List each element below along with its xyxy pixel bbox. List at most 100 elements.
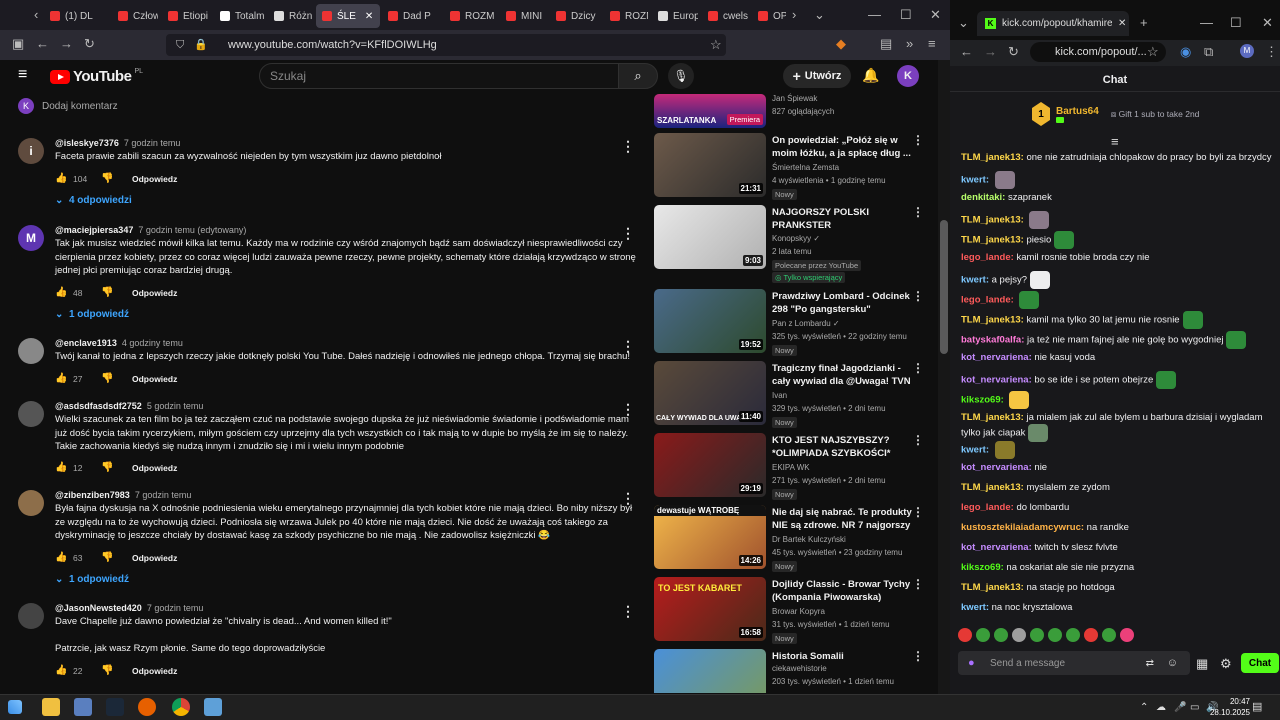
- recommendation-item[interactable]: Historia Somalii ciekawehistorie 203 tys…: [654, 649, 936, 693]
- reply-button[interactable]: Odpowiedz: [132, 288, 177, 298]
- chat-username[interactable]: kikszo69:: [961, 395, 1004, 406]
- firefox-icon[interactable]: [138, 698, 156, 716]
- system-clock[interactable]: 20:47 28.10.2025: [1210, 696, 1250, 718]
- chat-username[interactable]: lego_lande:: [961, 252, 1014, 263]
- video-title[interactable]: Nie daj się nabrać. Te produkty NIE są z…: [772, 506, 912, 532]
- extension-icon[interactable]: ◉: [1180, 45, 1191, 59]
- video-thumbnail[interactable]: 19:52: [654, 289, 766, 353]
- reply-button[interactable]: Odpowiedz: [132, 553, 177, 563]
- emote-icon[interactable]: [958, 628, 972, 642]
- menu-icon[interactable]: ⋮: [1265, 45, 1278, 59]
- dislike-icon[interactable]: 👎: [101, 552, 113, 563]
- emote-icon[interactable]: [1012, 628, 1026, 642]
- comment-author[interactable]: @JasonNewsted420: [55, 603, 142, 613]
- channel-name[interactable]: Ivan: [772, 391, 787, 400]
- translate-icon[interactable]: ⇄: [1146, 658, 1154, 669]
- video-more-icon[interactable]: ⋮: [912, 649, 924, 663]
- tab-scroll-right-icon[interactable]: ›: [792, 8, 796, 22]
- channel-name[interactable]: Pan z Lombardu ✓: [772, 319, 840, 328]
- notifications-bell-icon[interactable]: 🔔: [862, 67, 879, 84]
- chat-username[interactable]: lego_lande:: [961, 295, 1014, 306]
- dislike-icon[interactable]: 👎: [101, 665, 113, 676]
- maximize-icon[interactable]: ☐: [900, 8, 912, 22]
- tray-overflow-icon[interactable]: ⌃: [1140, 701, 1148, 715]
- reply-button[interactable]: Odpowiedz: [132, 463, 177, 473]
- windows-start-icon[interactable]: [8, 700, 22, 714]
- recommendation-item[interactable]: 9:03 NAJGORSZY POLSKI PRANKSTER Konopsky…: [654, 205, 936, 285]
- dislike-icon[interactable]: 👎: [101, 287, 113, 298]
- extensions-puzzle-icon[interactable]: ⧉: [1204, 45, 1213, 59]
- menu-icon[interactable]: ≡: [928, 37, 936, 51]
- video-title[interactable]: NAJGORSZY POLSKI PRANKSTER: [772, 206, 912, 232]
- gift-sub-button[interactable]: ⧈ Gift 1 sub to take 2nd: [1111, 109, 1200, 120]
- browser-tab[interactable]: OPE: [752, 4, 786, 28]
- video-title[interactable]: Prawdziwy Lombard - Odcinek 298 "Po gang…: [772, 290, 912, 316]
- comment-avatar[interactable]: M: [18, 225, 44, 251]
- shield-icon[interactable]: ⛉: [176, 38, 184, 52]
- forward-icon[interactable]: →: [984, 45, 997, 59]
- comment-time[interactable]: 7 godzin temu: [124, 138, 181, 148]
- like-icon[interactable]: 👍: [55, 173, 67, 184]
- calculator-icon[interactable]: [204, 698, 222, 716]
- tab-scroll-left-icon[interactable]: ‹: [34, 8, 38, 22]
- video-more-icon[interactable]: ⋮: [912, 289, 924, 303]
- comment-more-icon[interactable]: ⋮: [621, 490, 635, 507]
- extension-badge-icon[interactable]: ▤: [880, 37, 892, 51]
- reply-button[interactable]: Odpowiedz: [132, 374, 177, 384]
- video-title[interactable]: On powiedział: „Połóż się w moim łóżku, …: [772, 134, 912, 160]
- comment-avatar[interactable]: [18, 401, 44, 427]
- voice-search-button[interactable]: 🎙: [668, 63, 694, 89]
- video-thumbnail[interactable]: 21:31: [654, 133, 766, 197]
- comment-author[interactable]: @asdsdfasdsdf2752: [55, 401, 142, 411]
- notification-center-icon[interactable]: ▤: [1252, 700, 1262, 714]
- browser-tab[interactable]: Europ: [652, 4, 698, 28]
- account-avatar[interactable]: K: [897, 65, 919, 87]
- browser-tab[interactable]: Człow: [112, 4, 158, 28]
- browser-tab[interactable]: ROZM: [604, 4, 648, 28]
- scrollbar-thumb[interactable]: [940, 220, 948, 354]
- new-tab-icon[interactable]: +: [1140, 16, 1148, 30]
- chat-username[interactable]: kot_nervariena:: [961, 542, 1032, 553]
- chat-username[interactable]: TLM_janek13:: [961, 412, 1024, 423]
- chat-username[interactable]: kot_nervariena:: [961, 462, 1032, 473]
- video-thumbnail[interactable]: 29:19: [654, 433, 766, 497]
- video-thumbnail[interactable]: [654, 649, 766, 693]
- browser-tab[interactable]: Dzicy: [550, 4, 600, 28]
- comment-author[interactable]: @isleskye7376: [55, 138, 119, 148]
- comment-time[interactable]: 5 godzin temu: [147, 401, 204, 411]
- browser-tab[interactable]: MINI: [500, 4, 546, 28]
- reply-button[interactable]: Odpowiedz: [132, 666, 177, 676]
- chat-username[interactable]: denkitaki:: [961, 192, 1005, 203]
- video-thumbnail[interactable]: 9:03: [654, 205, 766, 269]
- chat-username[interactable]: kot_nervariena:: [961, 375, 1032, 386]
- chat-message-input[interactable]: ● Send a message ⇄ ☺: [958, 651, 1190, 675]
- chat-username[interactable]: TLM_janek13:: [961, 215, 1024, 226]
- comment-more-icon[interactable]: ⋮: [621, 603, 635, 620]
- video-thumbnail[interactable]: TO JEST KABARET 16:58: [654, 577, 766, 641]
- channel-name[interactable]: Dr Bartek Kulczyński: [772, 535, 846, 544]
- channel-name[interactable]: Browar Kopyra: [772, 607, 825, 616]
- create-button[interactable]: + Utwórz: [783, 64, 851, 88]
- browser-tab[interactable]: Totalm: [214, 4, 264, 28]
- close-tab-icon[interactable]: ✕: [1118, 18, 1126, 29]
- comment-avatar[interactable]: [18, 490, 44, 516]
- chat-username[interactable]: kustosztekilaiadamcywruc:: [961, 522, 1084, 533]
- overflow-icon[interactable]: »: [906, 37, 913, 51]
- chat-username[interactable]: TLM_janek13:: [961, 235, 1024, 246]
- chat-username[interactable]: lego_lande:: [961, 502, 1014, 513]
- like-icon[interactable]: 👍: [55, 287, 67, 298]
- chat-username[interactable]: kwert:: [961, 175, 989, 186]
- video-title[interactable]: Dojlidy Classic - Browar Tychy (Kompania…: [772, 578, 912, 604]
- like-icon[interactable]: 👍: [55, 665, 67, 676]
- dislike-icon[interactable]: 👎: [101, 173, 113, 184]
- chat-username[interactable]: kot_nervariena:: [961, 352, 1032, 363]
- recommendation-item[interactable]: SZARLATANKA Premiera Jan Śpiewak 827 ogl…: [654, 94, 936, 128]
- kick-tab[interactable]: K kick.com/popout/khamires/cha ✕: [977, 11, 1129, 36]
- show-replies-button[interactable]: ⌄ 1 odpowiedź: [55, 574, 129, 585]
- bookmark-star-icon[interactable]: ☆: [710, 38, 722, 52]
- video-more-icon[interactable]: ⋮: [912, 505, 924, 519]
- chat-username[interactable]: batyskaf0alfa:: [961, 335, 1024, 346]
- browser-tab[interactable]: (1) DL: [44, 4, 108, 28]
- comment-author[interactable]: @zibenziben7983: [55, 490, 130, 500]
- emoji-picker-icon[interactable]: ☺: [1167, 657, 1178, 669]
